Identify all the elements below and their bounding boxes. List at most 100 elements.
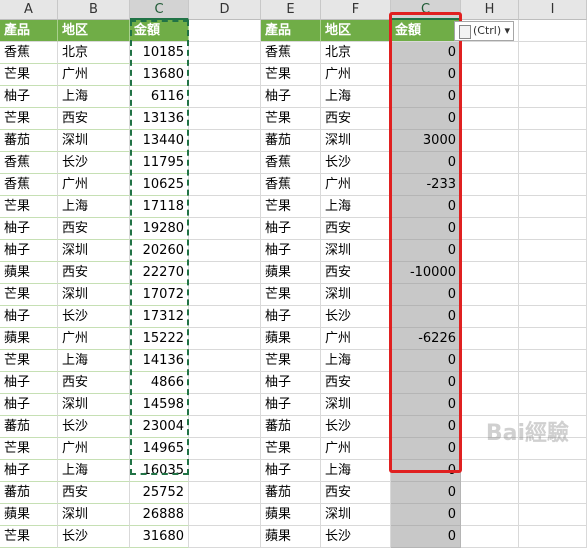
table-cell[interactable]: 柚子 [261, 394, 321, 416]
table-cell[interactable]: 深圳 [321, 130, 391, 152]
table-cell[interactable]: 蘋果 [261, 526, 321, 548]
table-cell[interactable]: 芒果 [0, 108, 58, 130]
empty-cell[interactable] [461, 64, 519, 86]
table-cell[interactable]: 上海 [321, 460, 391, 482]
table-cell[interactable]: 西安 [58, 262, 130, 284]
table-cell[interactable]: 0 [391, 526, 461, 548]
table-cell[interactable]: 深圳 [58, 284, 130, 306]
empty-cell[interactable] [461, 152, 519, 174]
table-cell[interactable]: 17072 [130, 284, 189, 306]
empty-cell[interactable] [189, 108, 261, 130]
table-cell[interactable]: 蕃茄 [261, 130, 321, 152]
table-cell[interactable]: 西安 [58, 108, 130, 130]
empty-cell[interactable] [519, 152, 587, 174]
table-cell[interactable]: 柚子 [0, 372, 58, 394]
table-cell[interactable]: 0 [391, 152, 461, 174]
empty-cell[interactable] [461, 328, 519, 350]
table-cell[interactable]: 北京 [321, 42, 391, 64]
empty-cell[interactable] [519, 306, 587, 328]
table-cell[interactable]: 0 [391, 108, 461, 130]
empty-cell[interactable] [519, 196, 587, 218]
table-cell[interactable]: 蕃茄 [261, 416, 321, 438]
table-cell[interactable]: 柚子 [0, 460, 58, 482]
empty-cell[interactable] [189, 482, 261, 504]
table-cell[interactable]: 0 [391, 460, 461, 482]
table-cell[interactable]: 0 [391, 482, 461, 504]
table-cell[interactable]: 上海 [321, 196, 391, 218]
table-cell[interactable]: 11795 [130, 152, 189, 174]
table-cell[interactable]: 深圳 [58, 240, 130, 262]
table-cell[interactable]: 10625 [130, 174, 189, 196]
table-cell[interactable]: 19280 [130, 218, 189, 240]
empty-cell[interactable] [189, 64, 261, 86]
empty-cell[interactable] [189, 262, 261, 284]
table-cell[interactable]: 13440 [130, 130, 189, 152]
table-cell[interactable]: 广州 [58, 64, 130, 86]
table-cell[interactable]: 17118 [130, 196, 189, 218]
table-cell[interactable]: 香蕉 [0, 174, 58, 196]
paste-options-button[interactable]: (Ctrl) ▾ [454, 21, 514, 41]
column-header[interactable]: C [130, 0, 189, 20]
table-cell[interactable]: 13136 [130, 108, 189, 130]
empty-cell[interactable] [189, 130, 261, 152]
table-cell[interactable]: 蘋果 [261, 328, 321, 350]
empty-cell[interactable] [519, 20, 587, 42]
table-cell[interactable]: 0 [391, 350, 461, 372]
empty-cell[interactable] [519, 328, 587, 350]
table-cell[interactable]: 深圳 [58, 130, 130, 152]
table-cell[interactable]: 3000 [391, 130, 461, 152]
empty-cell[interactable] [461, 262, 519, 284]
table-cell[interactable]: 0 [391, 218, 461, 240]
spreadsheet-grid[interactable]: A B C D E F C H I 產品 地区 金額 香蕉 北京 10185 芒果 广州 13680 柚子 上海 611… [0, 0, 587, 548]
table-cell[interactable]: 深圳 [58, 504, 130, 526]
empty-cell[interactable] [189, 438, 261, 460]
empty-cell[interactable] [519, 64, 587, 86]
table-cell[interactable]: 西安 [58, 482, 130, 504]
empty-cell[interactable] [519, 350, 587, 372]
table-cell[interactable]: 0 [391, 306, 461, 328]
table-cell[interactable]: 长沙 [321, 526, 391, 548]
table-cell[interactable]: 0 [391, 394, 461, 416]
table-cell[interactable]: 26888 [130, 504, 189, 526]
table-cell[interactable]: 柚子 [261, 86, 321, 108]
table-cell[interactable]: 蕃茄 [0, 482, 58, 504]
table-cell[interactable]: 上海 [58, 86, 130, 108]
table-header-cell[interactable]: 金額 [391, 20, 461, 42]
table-cell[interactable]: 上海 [58, 350, 130, 372]
empty-cell[interactable] [461, 42, 519, 64]
table-cell[interactable]: 广州 [58, 328, 130, 350]
table-cell[interactable]: 深圳 [321, 394, 391, 416]
table-cell[interactable]: 蘋果 [0, 262, 58, 284]
table-cell[interactable]: 柚子 [261, 218, 321, 240]
table-cell[interactable]: 芒果 [0, 350, 58, 372]
empty-cell[interactable] [519, 86, 587, 108]
table-cell[interactable]: 深圳 [321, 504, 391, 526]
table-cell[interactable]: 15222 [130, 328, 189, 350]
table-cell[interactable]: 13680 [130, 64, 189, 86]
table-cell[interactable]: -6226 [391, 328, 461, 350]
table-cell[interactable]: 深圳 [58, 394, 130, 416]
table-cell[interactable]: 20260 [130, 240, 189, 262]
table-cell[interactable]: 0 [391, 42, 461, 64]
table-cell[interactable]: 西安 [321, 262, 391, 284]
table-cell[interactable]: 柚子 [261, 460, 321, 482]
empty-cell[interactable] [519, 372, 587, 394]
table-cell[interactable]: 蘋果 [0, 328, 58, 350]
empty-cell[interactable] [189, 504, 261, 526]
empty-cell[interactable] [519, 108, 587, 130]
empty-cell[interactable] [519, 130, 587, 152]
empty-cell[interactable] [189, 526, 261, 548]
table-cell[interactable]: 14598 [130, 394, 189, 416]
table-cell[interactable]: 西安 [321, 372, 391, 394]
table-cell[interactable]: -233 [391, 174, 461, 196]
table-cell[interactable]: 西安 [321, 108, 391, 130]
empty-cell[interactable] [461, 218, 519, 240]
table-cell[interactable]: 芒果 [261, 108, 321, 130]
table-cell[interactable]: 长沙 [58, 526, 130, 548]
empty-cell[interactable] [189, 196, 261, 218]
empty-cell[interactable] [189, 372, 261, 394]
column-header[interactable]: C [391, 0, 461, 20]
table-cell[interactable]: 23004 [130, 416, 189, 438]
table-cell[interactable]: 芒果 [261, 64, 321, 86]
empty-cell[interactable] [189, 218, 261, 240]
